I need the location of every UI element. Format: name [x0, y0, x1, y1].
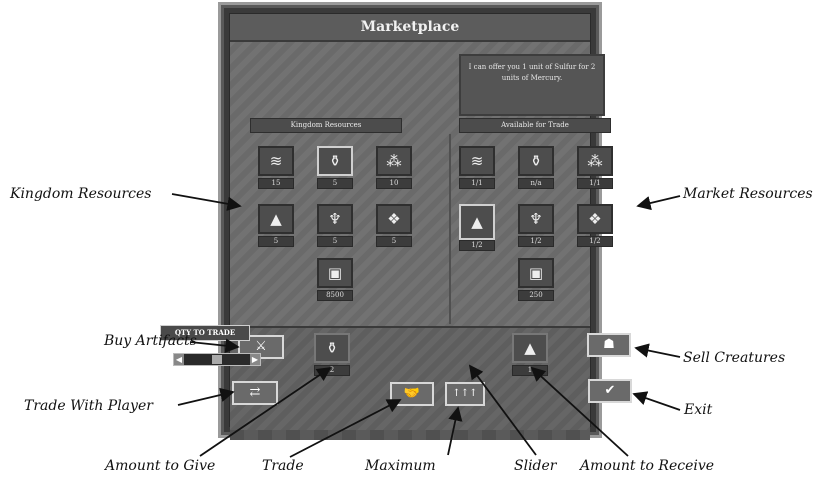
arrow-amount-to-receive [530, 366, 629, 457]
arrow-amount-to-give [199, 366, 332, 457]
arrow-maximum [447, 406, 463, 456]
arrow-buy-artifacts [189, 338, 240, 353]
arrow-trade [289, 399, 402, 458]
arrow-sell-creatures [634, 343, 681, 358]
arrow-kingdom-resources [171, 193, 242, 211]
arrow-trade-with-player [177, 387, 235, 406]
arrow-exit [632, 391, 681, 411]
arrow-slider [468, 364, 537, 456]
arrow-market-resources [636, 195, 681, 211]
callout-arrows [171, 193, 681, 458]
